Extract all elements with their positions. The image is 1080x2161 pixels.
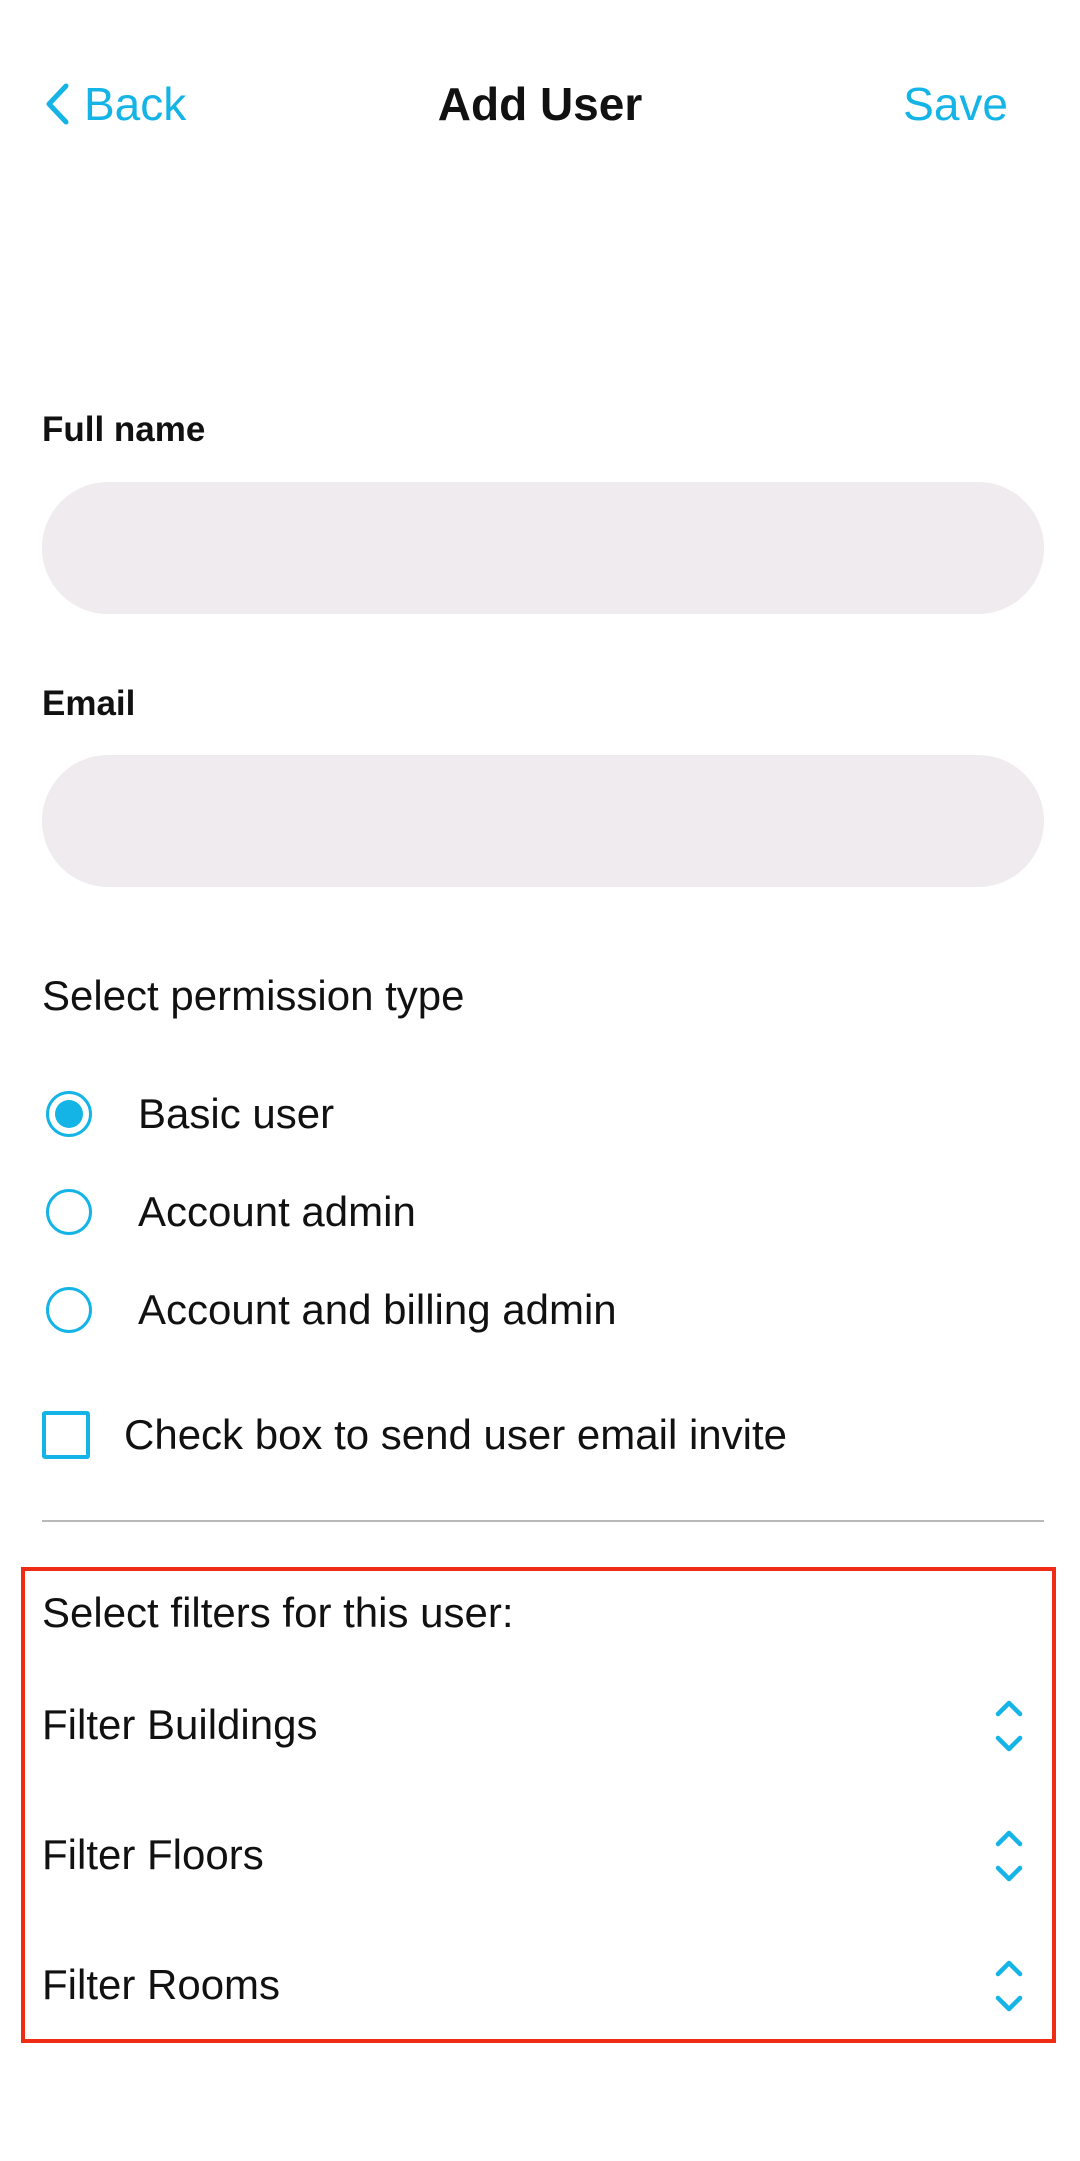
email-input[interactable] (42, 755, 1044, 887)
filter-rooms-select[interactable]: Filter Rooms (25, 1943, 1052, 2033)
radio-unchecked-icon (46, 1287, 92, 1333)
nav-header: Back Add User Save (0, 0, 1080, 210)
email-label: Email (42, 684, 136, 723)
divider (42, 1520, 1044, 1522)
chevron-left-icon (46, 83, 69, 125)
back-button-label: Back (84, 78, 187, 130)
checkbox-unchecked-icon[interactable] (42, 1411, 90, 1459)
chevron-up-down-icon (995, 1700, 1023, 1752)
radio-label: Account and billing admin (138, 1286, 617, 1333)
filter-label: Filter Rooms (42, 1961, 281, 2008)
radio-unchecked-icon (46, 1189, 92, 1235)
radio-label: Basic user (138, 1090, 335, 1137)
radio-label: Account admin (138, 1188, 416, 1235)
radio-account-admin[interactable]: Account admin (42, 1177, 416, 1247)
full-name-input[interactable] (42, 482, 1044, 614)
filters-section: Select filters for this user: Filter Bui… (21, 1567, 1056, 2043)
radio-basic-user[interactable]: Basic user (42, 1079, 334, 1149)
permission-type-label: Select permission type (42, 972, 465, 1019)
full-name-label: Full name (42, 410, 206, 449)
send-invite-label: Check box to send user email invite (124, 1411, 787, 1458)
send-invite-checkbox-row[interactable]: Check box to send user email invite (42, 1400, 787, 1470)
radio-account-billing-admin[interactable]: Account and billing admin (42, 1275, 617, 1345)
filter-buildings-select[interactable]: Filter Buildings (25, 1683, 1052, 1773)
save-button[interactable]: Save (903, 72, 1008, 136)
back-button[interactable]: Back (44, 72, 186, 136)
filter-label: Filter Buildings (42, 1701, 318, 1748)
filter-floors-select[interactable]: Filter Floors (25, 1813, 1052, 1903)
filters-heading: Select filters for this user: (42, 1589, 514, 1636)
chevron-up-down-icon (995, 1830, 1023, 1882)
filter-label: Filter Floors (42, 1831, 264, 1878)
radio-checked-icon (46, 1091, 92, 1137)
chevron-up-down-icon (995, 1960, 1023, 2012)
